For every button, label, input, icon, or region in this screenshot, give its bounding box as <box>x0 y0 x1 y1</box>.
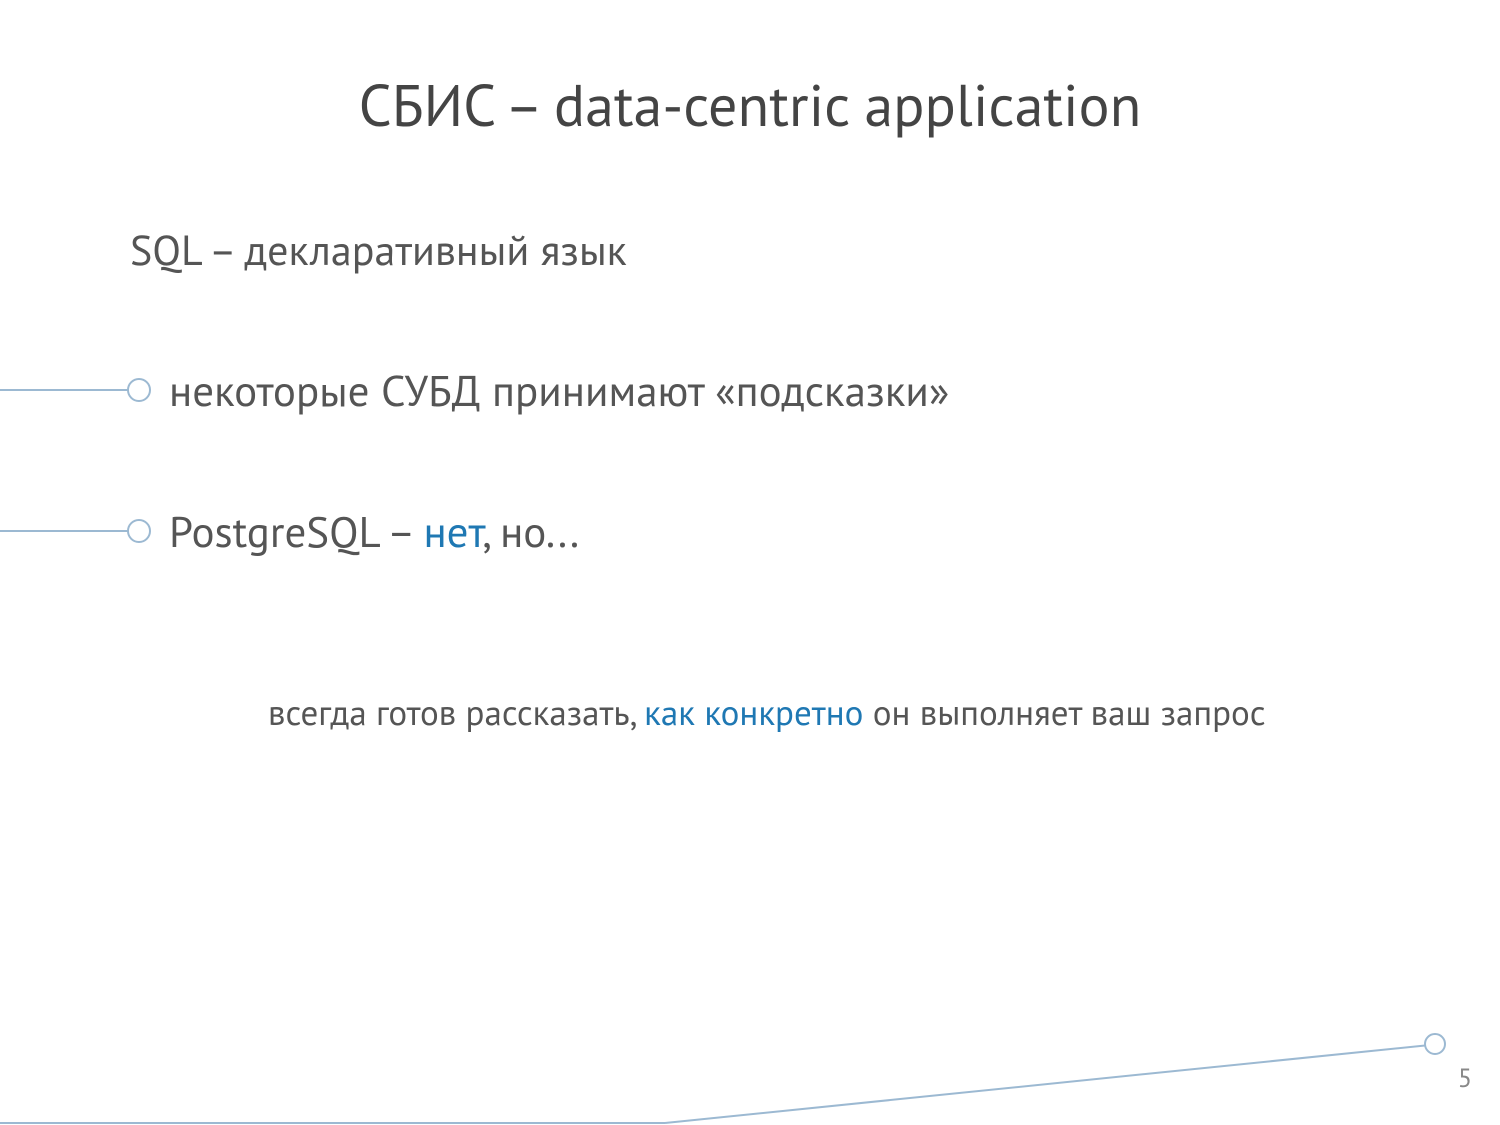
subtitle-line: SQL – декларативный язык <box>130 222 627 277</box>
bullet-circle-icon <box>127 378 151 402</box>
slide-title: СБИС – data-centric application <box>0 68 1500 143</box>
page-number: 5 <box>1458 1062 1472 1095</box>
bullet-item: PostgreSQL – нет, но... <box>0 503 579 559</box>
sub-text-pre: всегда готов рассказать, <box>268 689 644 735</box>
bullet-text-pre: PostgreSQL – <box>169 503 423 559</box>
bullet-text-post: , но... <box>482 503 579 559</box>
bottom-decoration <box>0 995 1500 1125</box>
sub-text-emph: как конкретно <box>644 689 863 735</box>
sub-text: всегда готов рассказать, как конкретно о… <box>268 670 1268 754</box>
bullet-item: некоторые СУБД принимают «подсказки» <box>0 362 949 418</box>
sub-text-post: он выполняет ваш запрос <box>863 689 1265 735</box>
bullet-connector-line <box>0 530 128 532</box>
bullet-connector-line <box>0 389 128 391</box>
bullet-circle-icon <box>127 519 151 543</box>
bullet-text: некоторые СУБД принимают «подсказки» <box>169 362 949 418</box>
bullet-text-emph: нет <box>423 503 482 559</box>
bullet-text: PostgreSQL – нет, но... <box>169 503 579 559</box>
